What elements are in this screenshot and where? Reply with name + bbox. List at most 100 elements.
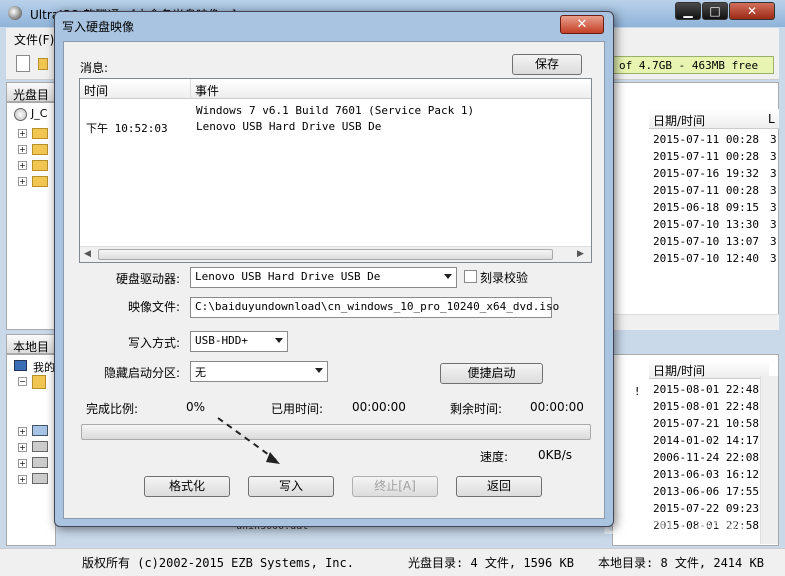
expand-icon[interactable]: + <box>18 459 27 468</box>
hidden-partition-label: 隐藏启动分区: <box>104 366 181 380</box>
messages-label: 消息: <box>80 61 109 75</box>
local-file-row[interactable]: 2015-08-01 22:48 <box>653 400 759 413</box>
col-time[interactable]: 时间 <box>80 79 190 99</box>
remaining-label: 剩余时间: <box>450 402 503 416</box>
maximize-button[interactable]: □ <box>702 2 728 20</box>
row-date: 2015-07-10 13:07 <box>653 235 759 248</box>
status-copyright: 版权所有 (c)2002-2015 EZB Systems, Inc. <box>82 556 354 570</box>
row-extra: 3 <box>770 201 777 214</box>
folder-icon <box>32 128 48 139</box>
write-method-value: USB-HDD+ <box>195 334 248 347</box>
expand-icon[interactable]: + <box>18 427 27 436</box>
row-date: 2015-07-16 19:32 <box>653 167 759 180</box>
row-date: 2013-06-06 17:55 <box>653 485 759 498</box>
local-file-row[interactable]: 2013-06-03 16:12 <box>653 468 759 481</box>
disc-file-row[interactable]: 2015-07-10 13:30 3 <box>653 218 777 231</box>
log-event: Windows 7 v6.1 Build 7601 (Service Pack … <box>196 104 475 117</box>
row-date: 2013-06-03 16:12 <box>653 468 759 481</box>
expand-icon[interactable]: + <box>18 145 27 154</box>
local-file-row[interactable]: 2006-11-24 22:08 <box>653 451 759 464</box>
new-file-icon[interactable] <box>16 55 30 72</box>
disc-file-row[interactable]: 2015-07-11 00:28 3 <box>653 150 777 163</box>
expand-icon[interactable]: + <box>18 177 27 186</box>
write-button[interactable]: 写入 <box>248 476 334 497</box>
disc-col-extra[interactable]: L <box>765 109 779 129</box>
disc-tree: J_C + + + + <box>6 102 56 330</box>
capacity-indicator: of 4.7GB - 463MB free <box>612 56 774 74</box>
col-event[interactable]: 事件 <box>190 79 591 99</box>
expand-icon[interactable]: + <box>18 161 27 170</box>
disc-panel-header: 光盘目 <box>6 82 56 102</box>
status-bar: 版权所有 (c)2002-2015 EZB Systems, Inc. 光盘目录… <box>0 548 785 576</box>
save-button[interactable]: 保存 <box>512 54 582 75</box>
flag-marker: ! <box>635 385 640 398</box>
row-extra: 3 <box>770 167 777 180</box>
local-file-row[interactable]: 2014-01-02 14:17 <box>653 434 759 447</box>
row-date: 2015-08-01 22:48 <box>653 400 759 413</box>
row-date: 2015-07-11 00:28 <box>653 133 759 146</box>
status-local-dir: 本地目录: 8 文件, 2414 KB <box>598 556 764 570</box>
message-log: 时间 事件 Windows 7 v6.1 Build 7601 (Service… <box>79 78 592 263</box>
drive-select[interactable]: Lenovo USB Hard Drive USB De <box>190 267 457 288</box>
local-vscroll[interactable] <box>760 376 778 544</box>
open-folder-icon[interactable] <box>38 58 48 70</box>
disc-file-row[interactable]: 2015-07-11 00:28 3 <box>653 184 777 197</box>
write-method-select[interactable]: USB-HDD+ <box>190 331 288 352</box>
hidden-partition-select[interactable]: 无 <box>190 361 328 382</box>
row-extra: 3 <box>770 235 777 248</box>
row-extra: 3 <box>770 150 777 163</box>
disc-file-row[interactable]: 2015-07-10 13:07 3 <box>653 235 777 248</box>
row-date: 2014-01-02 14:17 <box>653 434 759 447</box>
row-extra: 3 <box>770 252 777 265</box>
row-date: 2015-07-11 00:28 <box>653 184 759 197</box>
write-disk-image-dialog: 写入硬盘映像 ✕ 消息: 保存 时间 事件 Windows 7 v6.1 Bui… <box>54 11 614 527</box>
chevron-down-icon <box>275 338 283 343</box>
desktop-icon <box>32 425 48 436</box>
stop-button[interactable]: 终止[A] <box>352 476 438 497</box>
log-event: Lenovo USB Hard Drive USB De <box>196 120 382 133</box>
disc-file-row[interactable]: 2015-06-18 09:15 3 <box>653 201 777 214</box>
minimize-button[interactable]: ▁ <box>675 2 701 20</box>
remaining-value: 00:00:00 <box>530 400 584 414</box>
progress-bar <box>81 424 591 440</box>
disc-root-label: J_C <box>31 107 48 120</box>
scroll-right-icon[interactable]: ▶ <box>577 249 584 259</box>
verify-checkbox[interactable] <box>464 270 477 283</box>
disc-file-row[interactable]: 2015-07-11 00:28 3 <box>653 133 777 146</box>
verify-label: 刻录校验 <box>480 271 529 285</box>
log-hscroll[interactable]: ◀ ▶ <box>80 246 591 262</box>
expand-icon[interactable]: + <box>18 129 27 138</box>
expand-icon[interactable]: + <box>18 475 27 484</box>
row-date: 2015-07-10 12:40 <box>653 252 759 265</box>
local-col-date[interactable]: 日期/时间 <box>649 359 769 379</box>
disc-col-date[interactable]: 日期/时间 <box>649 109 769 129</box>
expand-icon[interactable]: + <box>18 443 27 452</box>
scroll-thumb[interactable] <box>98 249 553 260</box>
image-file-label: 映像文件: <box>128 300 181 314</box>
row-extra: 3 <box>770 133 777 146</box>
local-file-row[interactable]: 2013-06-06 17:55 <box>653 485 759 498</box>
expand-icon[interactable]: − <box>18 377 27 386</box>
disc-hscroll[interactable] <box>612 314 779 330</box>
main-close-button[interactable]: ✕ <box>729 2 775 20</box>
back-button[interactable]: 返回 <box>456 476 542 497</box>
dialog-close-button[interactable]: ✕ <box>560 15 604 34</box>
row-date: 2015-06-18 09:15 <box>653 201 759 214</box>
speed-value: 0KB/s <box>538 448 573 462</box>
format-button[interactable]: 格式化 <box>144 476 230 497</box>
annotation-arrow <box>217 417 280 464</box>
scroll-left-icon[interactable]: ◀ <box>84 249 91 259</box>
local-file-row[interactable]: 2015-07-21 10:58 <box>653 417 759 430</box>
image-file-input[interactable]: C:\baiduyundownload\cn_windows_10_pro_10… <box>190 297 559 318</box>
disc-icon <box>14 108 27 121</box>
dialog-title: 写入硬盘映像 <box>62 20 135 34</box>
chevron-down-icon <box>315 368 323 373</box>
disc-file-row[interactable]: 2015-07-16 19:32 3 <box>653 167 777 180</box>
app-icon <box>8 6 22 20</box>
row-date: 2006-11-24 22:08 <box>653 451 759 464</box>
menu-file[interactable]: 文件(F) <box>14 31 54 48</box>
chevron-down-icon <box>444 274 452 279</box>
local-file-row[interactable]: 2015-08-01 22:48 <box>653 383 759 396</box>
disc-file-row[interactable]: 2015-07-10 12:40 3 <box>653 252 777 265</box>
quick-boot-button[interactable]: 便捷启动 <box>440 363 543 384</box>
